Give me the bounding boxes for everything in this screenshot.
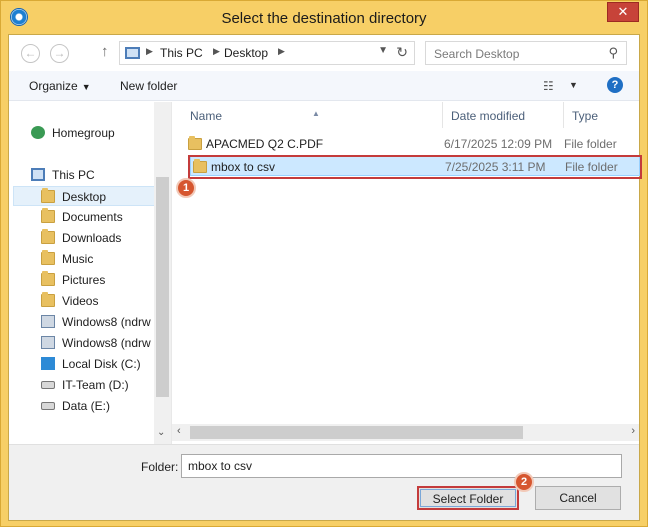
file-date: 6/17/2025 12:09 PM <box>444 137 553 151</box>
folder-input[interactable] <box>181 454 622 478</box>
nav-label: Desktop <box>62 190 107 204</box>
title-bar: Select the destination directory ✕ <box>1 1 647 35</box>
folder-icon <box>41 208 55 223</box>
search-box[interactable]: Search Desktop ⚲ <box>425 41 627 65</box>
nav-item-network-drive-2[interactable]: Windows8 (ndrw <box>9 333 154 353</box>
nav-item-homegroup[interactable]: Homegroup <box>9 123 154 143</box>
dialog-client: ← → ↑ ▶ This PC ▶ Desktop ▶ ▼ ↻ Search D… <box>8 34 642 521</box>
nav-label: Windows8 (ndrw <box>62 315 151 329</box>
cancel-button[interactable]: Cancel <box>535 486 621 510</box>
column-label: Date modified <box>451 109 526 123</box>
address-bar[interactable]: ▶ This PC ▶ Desktop ▶ ▼ ↻ <box>119 41 415 65</box>
nav-label: Windows8 (ndrw <box>62 336 151 350</box>
breadcrumb-desktop[interactable]: Desktop <box>224 46 268 60</box>
nav-item-desktop[interactable]: Desktop <box>13 186 158 206</box>
organize-button[interactable]: Organize ▼ <box>29 79 91 93</box>
help-icon[interactable]: ? <box>607 77 623 93</box>
file-list: Name ▲ Date modified Type APACMED Q2 C.P… <box>172 102 642 444</box>
chevron-right-icon[interactable]: › <box>631 425 635 437</box>
breadcrumb-chevron-icon: ▶ <box>213 46 220 56</box>
nav-label: Videos <box>62 294 99 308</box>
column-label: Type <box>572 109 599 123</box>
drive-icon <box>41 381 55 389</box>
drive-icon <box>41 402 55 410</box>
nav-item-data-e[interactable]: Data (E:) <box>9 396 154 416</box>
nav-item-this-pc[interactable]: This PC <box>9 165 154 185</box>
step-badge-1: 1 <box>176 178 196 198</box>
folder-icon <box>188 136 202 150</box>
highlight-box <box>188 155 642 179</box>
organize-label: Organize <box>29 79 78 93</box>
pc-icon <box>125 47 140 59</box>
sort-up-icon: ▲ <box>312 109 320 118</box>
folder-icon <box>41 229 55 244</box>
homegroup-icon <box>31 126 45 139</box>
folder-label: Folder: <box>141 460 179 474</box>
horizontal-scrollbar-thumb[interactable] <box>190 426 523 439</box>
select-folder-button[interactable]: Select Folder <box>417 486 519 510</box>
column-header-type[interactable]: Type <box>564 102 639 128</box>
nav-label: Documents <box>62 210 123 224</box>
file-row[interactable]: APACMED Q2 C.PDF 6/17/2025 12:09 PM File… <box>186 134 641 154</box>
chevron-down-icon[interactable]: ▼ <box>569 80 578 90</box>
forward-button[interactable]: → <box>50 44 69 63</box>
chevron-down-icon: ▼ <box>81 82 91 92</box>
command-toolbar: Organize ▼ New folder ☷ ▼ ? <box>9 71 639 101</box>
breadcrumb-chevron-icon: ▶ <box>146 46 153 56</box>
folder-icon <box>41 292 55 307</box>
nav-item-documents[interactable]: Documents <box>9 207 154 227</box>
nav-label: Local Disk (C:) <box>62 357 141 371</box>
breadcrumb-chevron-icon[interactable]: ▶ <box>278 46 285 57</box>
nav-label: Music <box>62 252 94 266</box>
horizontal-scrollbar[interactable]: ‹ › <box>172 424 639 441</box>
windows-disk-icon <box>41 357 55 370</box>
dialog-window: Select the destination directory ✕ ← → ↑… <box>0 0 648 527</box>
address-row: ← → ↑ ▶ This PC ▶ Desktop ▶ ▼ ↻ Search D… <box>9 35 639 71</box>
nav-scrollbar[interactable]: ⌄ <box>154 102 171 444</box>
nav-label: Data (E:) <box>62 399 111 413</box>
column-header-name[interactable]: Name ▲ <box>172 102 442 128</box>
view-options-icon[interactable]: ☷ <box>543 79 554 93</box>
file-type: File folder <box>564 137 617 151</box>
nav-label: IT-Team (D:) <box>62 378 129 392</box>
pc-icon <box>31 168 45 181</box>
nav-item-network-drive-1[interactable]: Windows8 (ndrw <box>9 312 154 332</box>
close-button[interactable]: ✕ <box>607 2 639 22</box>
nav-label: Pictures <box>62 273 106 287</box>
network-drive-icon <box>41 336 55 349</box>
search-icon[interactable]: ⚲ <box>608 45 618 61</box>
nav-item-music[interactable]: Music <box>9 249 154 269</box>
folder-icon <box>41 271 55 286</box>
column-label: Name <box>190 109 223 123</box>
nav-label: This PC <box>52 168 95 182</box>
nav-item-pictures[interactable]: Pictures <box>9 270 154 290</box>
column-header-date[interactable]: Date modified <box>443 102 563 128</box>
nav-item-downloads[interactable]: Downloads <box>9 228 154 248</box>
nav-item-videos[interactable]: Videos <box>9 291 154 311</box>
refresh-icon[interactable]: ↻ <box>396 44 408 61</box>
nav-item-local-disk-c[interactable]: Local Disk (C:) <box>9 354 154 374</box>
step-badge-2: 2 <box>514 472 534 492</box>
file-name: APACMED Q2 C.PDF <box>206 137 324 151</box>
nav-item-it-team-d[interactable]: IT-Team (D:) <box>9 375 154 395</box>
new-folder-button[interactable]: New folder <box>120 79 177 93</box>
chevron-down-icon[interactable]: ⌄ <box>157 427 165 438</box>
nav-label: Homegroup <box>52 126 115 140</box>
folder-icon <box>41 188 55 203</box>
up-arrow-icon[interactable]: ↑ <box>101 43 109 60</box>
navigation-pane: Homegroup This PC Desktop Documents Down… <box>9 102 171 444</box>
dialog-title: Select the destination directory <box>221 10 427 27</box>
breadcrumb-this-pc[interactable]: This PC <box>160 46 203 60</box>
chevron-left-icon[interactable]: ‹ <box>177 425 181 437</box>
nav-label: Downloads <box>62 231 122 245</box>
network-drive-icon <box>41 315 55 328</box>
nav-scrollbar-thumb[interactable] <box>156 177 169 397</box>
chevron-down-icon[interactable]: ▼ <box>378 45 388 56</box>
folder-icon <box>41 250 55 265</box>
search-placeholder[interactable]: Search Desktop <box>434 47 519 61</box>
back-button[interactable]: ← <box>21 44 40 63</box>
dialog-footer: Folder: Select Folder Cancel 2 <box>9 444 639 520</box>
